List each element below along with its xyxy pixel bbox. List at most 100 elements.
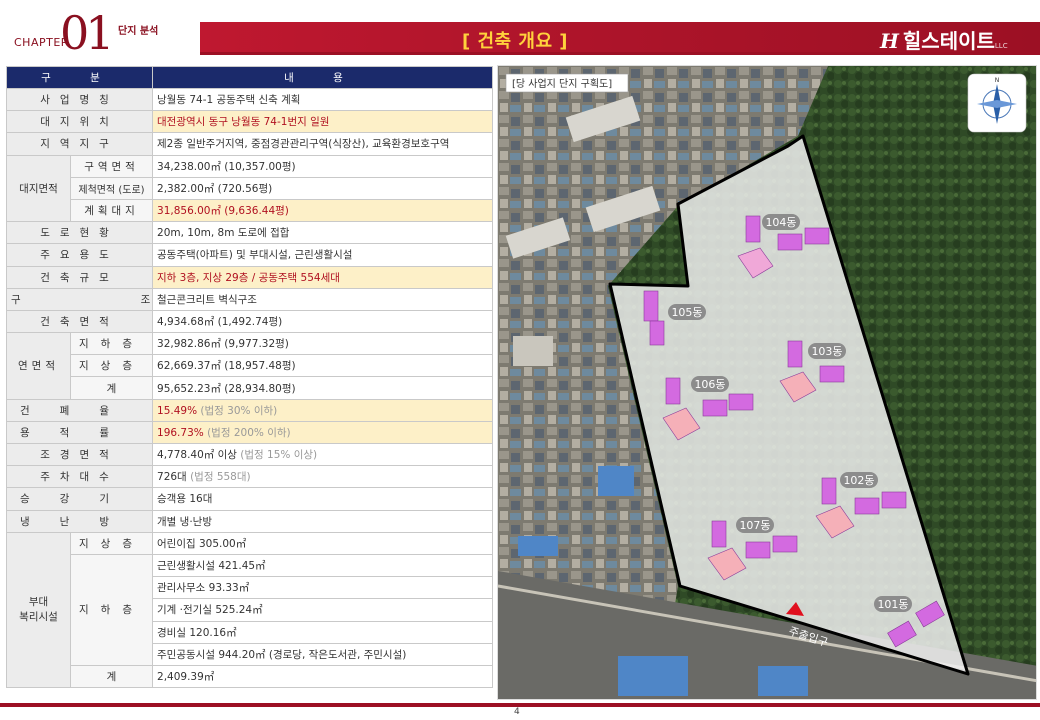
label-105: 105동: [671, 306, 702, 319]
building-overview-table: 구 분 내 용 사업명칭 낭월동 74-1 공동주택 신축 계획 대지위치 대전…: [5, 66, 494, 689]
label-101: 101동: [877, 598, 908, 611]
row-value: 62,669.37㎡ (18,957.48평): [152, 354, 494, 378]
row-label: 건축면적: [5, 309, 154, 334]
row-sublabel: 지하층: [69, 332, 154, 356]
row-label: 조경면적: [5, 442, 154, 467]
row-value: 개별 냉·난방: [152, 509, 494, 533]
label-107: 107동: [739, 519, 770, 532]
neighbor-building: [598, 466, 634, 496]
map-caption: [당 사업지 단지 구획도]: [512, 77, 612, 90]
table-row: 주요용도 공동주택(아파트) 및 부대시설, 근린생활시설: [5, 243, 494, 267]
page: CHAPTER 01 단지 분석 [ 건축 개요 ] H 힐스테이트LLC 구 분…: [0, 0, 1040, 720]
footer-rule: [0, 703, 1040, 707]
row-value: 승객용 16대: [152, 487, 494, 511]
compass-icon: N: [967, 73, 1027, 133]
row-value: 20m, 10m, 8m 도로에 접합: [152, 221, 494, 245]
row-value: 공동주택(아파트) 및 부대시설, 근린생활시설: [152, 243, 494, 267]
row-group-label: 대지면적: [6, 154, 71, 223]
row-label: 냉난방: [5, 509, 154, 533]
row-value-main: 15.49%: [157, 404, 198, 417]
row-sublabel: 계획대지: [69, 198, 154, 223]
row-value-main: 4,778.40㎡ 이상: [157, 449, 237, 462]
label-104: 104동: [765, 216, 796, 229]
row-value: 철근콘크리트 벽식구조: [152, 287, 494, 311]
table-header-row: 구 분 내 용: [5, 66, 494, 89]
neighbor-building: [618, 656, 688, 696]
compass-north-label: N: [995, 77, 1000, 84]
row-group-label: 부대 복리시설: [6, 531, 71, 689]
chapter-subtitle: 단지 분석: [118, 26, 159, 37]
label-106: 106동: [694, 378, 725, 391]
row-sublabel: 지하층: [69, 553, 154, 666]
site-plan-map: 104동 105동 103동 106동 102동 107동 101동 주출입구 …: [497, 65, 1037, 700]
table-row: 도로현황 20m, 10m, 8m 도로에 접합: [5, 221, 494, 245]
row-value: 31,856.00㎡ (9,636.44평): [152, 198, 494, 223]
header: CHAPTER 01 단지 분석 [ 건축 개요 ] H 힐스테이트LLC: [0, 0, 1040, 60]
table-row: 구조 철근콘크리트 벽식구조: [5, 287, 494, 311]
row-value: 어린이집 305.00㎡: [152, 531, 494, 555]
row-value: 34,238.00㎡ (10,357.00평): [152, 154, 494, 178]
row-sublabel: 지상층: [69, 531, 154, 555]
row-value: 경비실 120.16㎡: [152, 620, 494, 644]
row-value: 15.49% (법정 30% 이하): [152, 398, 494, 422]
table-row: 지역지구 제2종 일반주거지역, 중점경관관리구역(식장산), 교육환경보호구역: [5, 132, 494, 156]
label-103: 103동: [811, 345, 842, 358]
row-value: 2,409.39㎡: [152, 664, 494, 689]
neighbor-building: [758, 666, 808, 696]
row-value-note: (법정 200% 이하): [207, 426, 291, 439]
row-group-label: 연면적: [6, 332, 71, 400]
table-row: 사업명칭 낭월동 74-1 공동주택 신축 계획: [5, 87, 494, 112]
row-value-note: (법정 558대): [190, 471, 251, 484]
row-label: 지역지구: [5, 132, 154, 156]
row-sublabel: 구역면적: [69, 154, 154, 178]
row-value: 4,778.40㎡ 이상 (법정 15% 이상): [152, 442, 494, 467]
row-value: 726대 (법정 558대): [152, 465, 494, 489]
label-102: 102동: [843, 474, 874, 487]
table-header-content: 내 용: [152, 66, 494, 89]
brand-name: 힐스테이트: [902, 29, 995, 53]
table-row: 계 2,409.39㎡: [7, 664, 494, 689]
row-value: 근린생활시설 421.45㎡: [152, 553, 494, 578]
table-row: 계 95,652.23㎡ (28,934.80평): [7, 376, 494, 400]
row-label: 주차대수: [5, 465, 154, 489]
table-row: 대지면적 구역면적 34,238.00㎡ (10,357.00평): [6, 154, 494, 223]
table-row: 제척면적 (도로) 2,382.00㎡ (720.56평): [7, 176, 494, 200]
row-value-note: (법정 30% 이하): [200, 404, 278, 417]
table-row: 지상층 62,669.37㎡ (18,957.48평): [7, 354, 494, 378]
chapter-number: 01: [60, 6, 115, 60]
row-value-main: 196.73%: [157, 426, 204, 439]
row-sublabel: 제척면적 (도로): [69, 176, 154, 200]
neighbor-building: [513, 336, 553, 366]
row-sublabel: 지상층: [69, 354, 154, 378]
row-value: 제2종 일반주거지역, 중점경관관리구역(식장산), 교육환경보호구역: [152, 132, 494, 156]
table-row: 건축면적 4,934.68㎡ (1,492.74평): [5, 309, 494, 334]
table-row: 연면적 지하층 32,982.86㎡ (9,977.32평): [6, 332, 494, 400]
row-value: 기계 ·전기실 525.24㎡: [152, 598, 494, 622]
row-value-note: (법정 15% 이상): [240, 449, 318, 462]
row-label: 주요용도: [5, 243, 154, 267]
row-value: 지하 3층, 지상 29층 / 공동주택 554세대: [152, 265, 494, 289]
table-row: 지하층 근린생활시설 421.45㎡: [7, 553, 494, 666]
neighbor-building: [518, 536, 558, 556]
row-value: 95,652.23㎡ (28,934.80평): [152, 376, 494, 400]
row-value: 4,934.68㎡ (1,492.74평): [152, 309, 494, 334]
table-row: 대지위치 대전광역시 동구 낭월동 74-1번지 일원: [5, 110, 494, 134]
table-row: 부대 복리시설 지상층 어린이집 305.00㎡: [6, 531, 494, 689]
row-label: 건폐율: [5, 398, 154, 422]
table-row: 주차대수 726대 (법정 558대): [5, 465, 494, 489]
page-title: [ 건축 개요 ]: [462, 31, 568, 52]
row-value: 주민공동시설 944.20㎡ (경로당, 작은도서관, 주민시설): [152, 642, 494, 666]
row-value: 관리사무소 93.33㎡: [152, 576, 494, 600]
page-number: 4: [514, 707, 520, 717]
row-value-main: 726대: [157, 471, 187, 484]
row-label: 대지위치: [5, 110, 154, 134]
table-row: 용적률 196.73% (법정 200% 이하): [5, 420, 494, 445]
row-sublabel: 계: [69, 664, 154, 689]
brand-suffix: LLC: [994, 42, 1008, 50]
table-row: 계획대지 31,856.00㎡ (9,636.44평): [7, 198, 494, 223]
chapter-block: CHAPTER 01 단지 분석: [0, 0, 200, 60]
row-value: 32,982.86㎡ (9,977.32평): [152, 332, 494, 356]
table-row: 승강기 승객용 16대: [5, 487, 494, 511]
row-value: 196.73% (법정 200% 이하): [152, 420, 494, 445]
row-value: 대전광역시 동구 낭월동 74-1번지 일원: [152, 110, 494, 134]
